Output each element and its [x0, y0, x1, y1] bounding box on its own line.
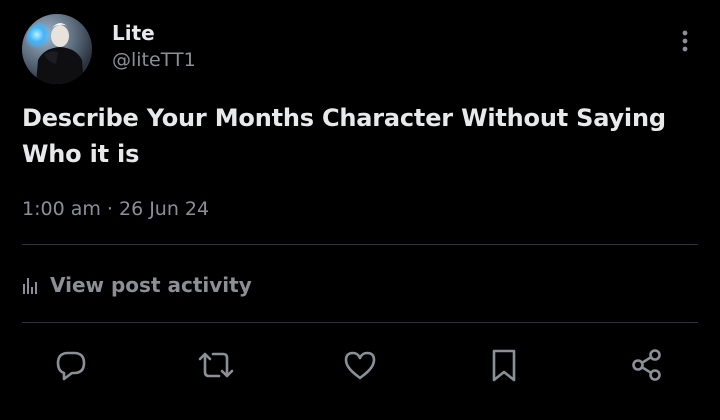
reply-icon — [56, 351, 86, 381]
more-options-button[interactable] — [670, 26, 700, 56]
divider — [22, 244, 698, 245]
post-text: Describe Your Months Character Without S… — [22, 104, 666, 168]
bookmark-icon — [492, 349, 516, 382]
post-timestamp[interactable]: 1:00 am · 26 Jun 24 — [22, 196, 209, 222]
more-vertical-icon — [682, 30, 688, 52]
repost-icon — [198, 352, 234, 378]
author-handle[interactable]: @liteTT1 — [112, 48, 196, 72]
divider — [22, 322, 698, 323]
share-icon — [632, 349, 661, 381]
post-detail: Lite @liteTT1 Describe Your Months Chara… — [0, 0, 720, 420]
author-display-name[interactable]: Lite — [112, 20, 155, 46]
repost-button[interactable] — [197, 346, 235, 384]
view-post-activity-label: View post activity — [50, 273, 252, 297]
avatar[interactable] — [22, 14, 92, 84]
bar-chart-icon — [23, 278, 37, 294]
like-button[interactable] — [341, 346, 379, 384]
heart-icon — [344, 351, 376, 380]
bookmark-button[interactable] — [485, 346, 523, 384]
share-button[interactable] — [628, 346, 666, 384]
reply-button[interactable] — [52, 346, 90, 384]
avatar-image — [22, 14, 92, 84]
view-post-activity-link[interactable]: View post activity — [22, 270, 252, 300]
